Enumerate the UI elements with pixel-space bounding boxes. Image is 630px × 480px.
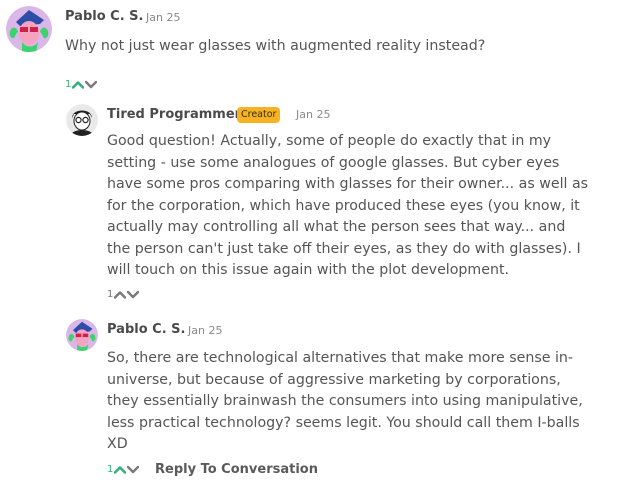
- comment-text-line: they essentially brainwash the consumers…: [107, 393, 583, 409]
- upvote-arrow-icon[interactable]: [72, 80, 85, 89]
- comment-author[interactable]: Tired Programmer: [107, 107, 241, 122]
- comment-text-line: less practical technology? seems legit. …: [107, 414, 580, 431]
- comment-author[interactable]: Pablo C. S.: [65, 9, 143, 24]
- comment-date: Jan 25: [296, 108, 331, 121]
- comment-text-line: will touch on this issue again with the …: [107, 262, 510, 278]
- avatar-pablo[interactable]: [66, 319, 98, 351]
- downvote-arrow-icon[interactable]: [85, 80, 98, 89]
- comment-text: So, there are technological alternatives…: [107, 348, 583, 456]
- comment-author[interactable]: Pablo C. S.: [107, 322, 185, 337]
- comment-text-line: So, there are technological alternatives…: [107, 350, 574, 366]
- comment-text-line: have some pros comparing with glasses fo…: [107, 176, 589, 192]
- vote-controls: 1: [107, 289, 140, 300]
- comment-text-line: setting - use some analogues of google g…: [107, 154, 560, 171]
- avatar-pablo[interactable]: [6, 6, 52, 52]
- comment-text-line: the person can't just take off their eye…: [107, 240, 581, 257]
- vote-controls: 1: [107, 464, 140, 475]
- avatar-pablo-image: [66, 319, 98, 351]
- vote-count: 1: [65, 79, 72, 90]
- comment-date: Jan 25: [188, 324, 223, 337]
- vote-count: 1: [107, 289, 114, 300]
- comment-text-line: for the corporation, which have produced…: [107, 197, 580, 214]
- downvote-arrow-icon[interactable]: [127, 465, 140, 474]
- upvote-arrow-icon[interactable]: [114, 465, 127, 474]
- comment-text-line: actually may controlling all what the pe…: [107, 219, 566, 235]
- comment-date: Jan 25: [146, 11, 181, 24]
- comment-text: Why not just wear glasses with augmented…: [65, 38, 486, 54]
- creator-badge: Creator: [237, 107, 281, 123]
- vote-controls: 1: [65, 79, 98, 90]
- downvote-arrow-icon[interactable]: [127, 290, 140, 299]
- reply-to-conversation-link[interactable]: Reply To Conversation: [155, 462, 318, 477]
- avatar-tired-programmer-image: [66, 104, 98, 136]
- comment-text-line: universe, but because of aggressive mark…: [107, 371, 561, 388]
- avatar-tired-programmer[interactable]: [66, 104, 98, 136]
- avatar-pablo-image: [6, 6, 52, 52]
- comment-text-line: Good question! Actually, some of people …: [107, 133, 552, 149]
- comment-text: Good question! Actually, some of people …: [107, 131, 588, 282]
- upvote-arrow-icon[interactable]: [114, 290, 127, 299]
- vote-count: 1: [107, 464, 114, 475]
- comment-text-line: XD: [107, 436, 128, 452]
